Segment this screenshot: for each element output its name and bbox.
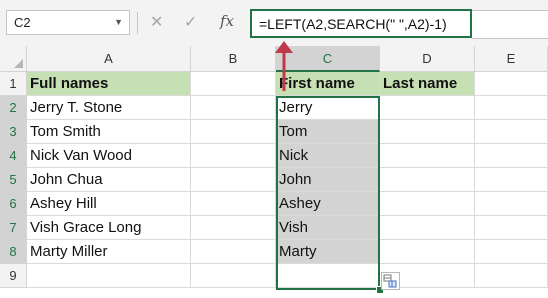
cell-a7[interactable]: Vish Grace Long — [27, 216, 191, 240]
cell-a9[interactable] — [27, 264, 191, 288]
cell-b5[interactable] — [191, 168, 276, 192]
cell-c3[interactable]: Tom — [276, 120, 380, 144]
row-header-7[interactable]: 7 — [0, 216, 27, 240]
cell-d4[interactable] — [380, 144, 475, 168]
cell-e4[interactable] — [475, 144, 548, 168]
cell-e6[interactable] — [475, 192, 548, 216]
column-header-a[interactable]: A — [27, 46, 191, 72]
cell-b1[interactable] — [191, 72, 276, 96]
cell-d2[interactable] — [380, 96, 475, 120]
cell-e3[interactable] — [475, 120, 548, 144]
cell-d3[interactable] — [380, 120, 475, 144]
cell-b7[interactable] — [191, 216, 276, 240]
row-header-5[interactable]: 5 — [0, 168, 27, 192]
auto-fill-options-button[interactable] — [381, 272, 400, 290]
column-header-b[interactable]: B — [191, 46, 276, 72]
chevron-down-icon[interactable]: ▼ — [114, 17, 123, 27]
cell-d7[interactable] — [380, 216, 475, 240]
cell-b8[interactable] — [191, 240, 276, 264]
column-header-c[interactable]: C — [276, 46, 380, 72]
column-header-e[interactable]: E — [475, 46, 548, 72]
select-all-corner[interactable] — [0, 46, 27, 72]
auto-fill-options-icon — [383, 274, 397, 288]
cell-a5[interactable]: John Chua — [27, 168, 191, 192]
formula-input-extension[interactable] — [472, 10, 548, 39]
cell-b9[interactable] — [191, 264, 276, 288]
cell-a3[interactable]: Tom Smith — [27, 120, 191, 144]
row-header-8[interactable]: 8 — [0, 240, 27, 264]
cell-d8[interactable] — [380, 240, 475, 264]
cell-b2[interactable] — [191, 96, 276, 120]
row-header-4[interactable]: 4 — [0, 144, 27, 168]
cell-a2[interactable]: Jerry T. Stone — [27, 96, 191, 120]
cell-a8[interactable]: Marty Miller — [27, 240, 191, 264]
cell-c6[interactable]: Ashey — [276, 192, 380, 216]
row-header-9[interactable]: 9 — [0, 264, 27, 288]
row-header-1[interactable]: 1 — [0, 72, 27, 96]
cell-d5[interactable] — [380, 168, 475, 192]
cell-c4[interactable]: Nick — [276, 144, 380, 168]
cell-c1[interactable]: First name — [276, 72, 380, 96]
cell-d1[interactable]: Last name — [380, 72, 475, 96]
column-header-d[interactable]: D — [380, 46, 475, 72]
cell-d6[interactable] — [380, 192, 475, 216]
row-header-3[interactable]: 3 — [0, 120, 27, 144]
cell-c5[interactable]: John — [276, 168, 380, 192]
cell-c8[interactable]: Marty — [276, 240, 380, 264]
formula-bar: C2 ▼ ✕ ✓ fx =LEFT(A2,SEARCH(" ",A2)-1) — [0, 0, 548, 47]
cell-e5[interactable] — [475, 168, 548, 192]
row-header-2[interactable]: 2 — [0, 96, 27, 120]
cell-e9[interactable] — [475, 264, 548, 288]
formula-input[interactable]: =LEFT(A2,SEARCH(" ",A2)-1) — [250, 9, 472, 38]
insert-function-icon[interactable]: fx — [220, 12, 234, 30]
name-box[interactable]: C2 ▼ — [6, 10, 130, 35]
cell-e7[interactable] — [475, 216, 548, 240]
cancel-icon[interactable]: ✕ — [150, 12, 163, 32]
cell-a4[interactable]: Nick Van Wood — [27, 144, 191, 168]
cell-b6[interactable] — [191, 192, 276, 216]
cell-e2[interactable] — [475, 96, 548, 120]
formula-text: =LEFT(A2,SEARCH(" ",A2)-1) — [259, 16, 447, 32]
select-all-icon — [14, 59, 23, 68]
cell-c7[interactable]: Vish — [276, 216, 380, 240]
cell-c9[interactable] — [276, 264, 380, 288]
row-header-6[interactable]: 6 — [0, 192, 27, 216]
name-box-value: C2 — [14, 15, 31, 30]
cell-b3[interactable] — [191, 120, 276, 144]
cell-a1[interactable]: Full names — [27, 72, 191, 96]
cell-c2[interactable]: Jerry — [276, 96, 380, 120]
spreadsheet-grid: A B C D E 1 2 3 4 5 6 7 8 9 Full names J… — [0, 46, 548, 298]
formula-bar-divider — [137, 12, 138, 34]
cell-a6[interactable]: Ashey Hill — [27, 192, 191, 216]
cell-e1[interactable] — [475, 72, 548, 96]
cell-b4[interactable] — [191, 144, 276, 168]
enter-icon[interactable]: ✓ — [184, 12, 197, 32]
cell-e8[interactable] — [475, 240, 548, 264]
